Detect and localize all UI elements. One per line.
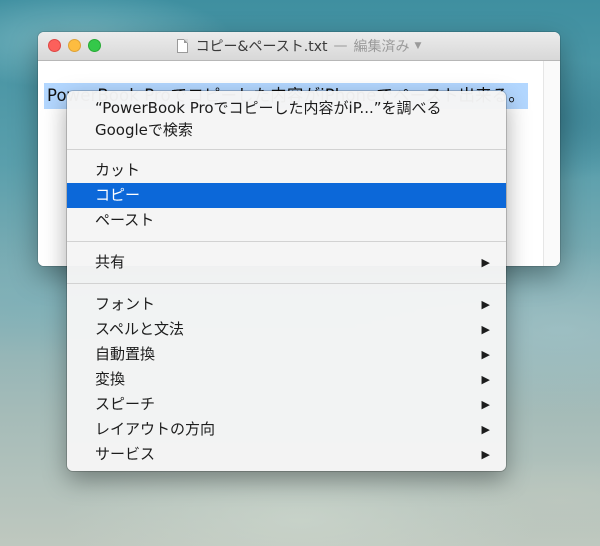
menu-item-cut[interactable]: カット bbox=[67, 158, 506, 183]
menu-separator bbox=[67, 241, 506, 242]
menu-item-label: スピーチ bbox=[95, 395, 156, 413]
vertical-scrollbar[interactable] bbox=[543, 61, 560, 266]
menu-separator bbox=[67, 149, 506, 150]
menu-item-search-google[interactable]: Googleで検索 bbox=[67, 119, 506, 141]
submenu-arrow-icon: ▶ bbox=[481, 323, 490, 336]
edited-status[interactable]: 編集済み bbox=[354, 36, 410, 56]
menu-item-label: 共有 bbox=[95, 253, 126, 271]
menu-item-label: 自動置換 bbox=[95, 345, 156, 363]
document-icon[interactable] bbox=[176, 39, 188, 53]
window-title: コピー&ペースト.txt — 編集済み ▼ bbox=[38, 32, 560, 60]
menu-item-paste[interactable]: ペースト bbox=[67, 208, 506, 233]
submenu-arrow-icon: ▶ bbox=[481, 423, 490, 436]
menu-item-copy[interactable]: コピー bbox=[67, 183, 506, 208]
menu-item-speech[interactable]: スピーチ ▶ bbox=[67, 392, 506, 417]
submenu-arrow-icon: ▶ bbox=[481, 348, 490, 361]
menu-item-font[interactable]: フォント ▶ bbox=[67, 292, 506, 317]
menu-item-label: スペルと文法 bbox=[95, 320, 184, 338]
submenu-arrow-icon: ▶ bbox=[481, 256, 490, 269]
context-menu: “PowerBook Proでコピーした内容がiP...”を調べる Google… bbox=[67, 91, 506, 471]
menu-item-label: サービス bbox=[95, 445, 156, 463]
menu-item-transformations[interactable]: 変換 ▶ bbox=[67, 367, 506, 392]
window-title-filename: コピー&ペースト.txt bbox=[195, 39, 328, 55]
menu-item-label: フォント bbox=[95, 295, 156, 313]
submenu-arrow-icon: ▶ bbox=[481, 398, 490, 411]
title-separator: — bbox=[333, 38, 348, 54]
menu-item-lookup[interactable]: “PowerBook Proでコピーした内容がiP...”を調べる bbox=[67, 97, 506, 119]
menu-separator bbox=[67, 283, 506, 284]
menu-item-layout-orientation[interactable]: レイアウトの方向 ▶ bbox=[67, 417, 506, 442]
menu-item-spelling-grammar[interactable]: スペルと文法 ▶ bbox=[67, 317, 506, 342]
title-bar[interactable]: コピー&ペースト.txt — 編集済み ▼ bbox=[38, 32, 560, 61]
submenu-arrow-icon: ▶ bbox=[481, 373, 490, 386]
submenu-arrow-icon: ▶ bbox=[481, 448, 490, 461]
submenu-arrow-icon: ▶ bbox=[481, 298, 490, 311]
menu-item-substitutions[interactable]: 自動置換 ▶ bbox=[67, 342, 506, 367]
menu-item-label: レイアウトの方向 bbox=[95, 420, 216, 438]
chevron-down-icon[interactable]: ▼ bbox=[415, 41, 422, 51]
menu-item-share[interactable]: 共有 ▶ bbox=[67, 250, 506, 275]
menu-item-services[interactable]: サービス ▶ bbox=[67, 442, 506, 467]
menu-item-label: 変換 bbox=[95, 370, 126, 388]
